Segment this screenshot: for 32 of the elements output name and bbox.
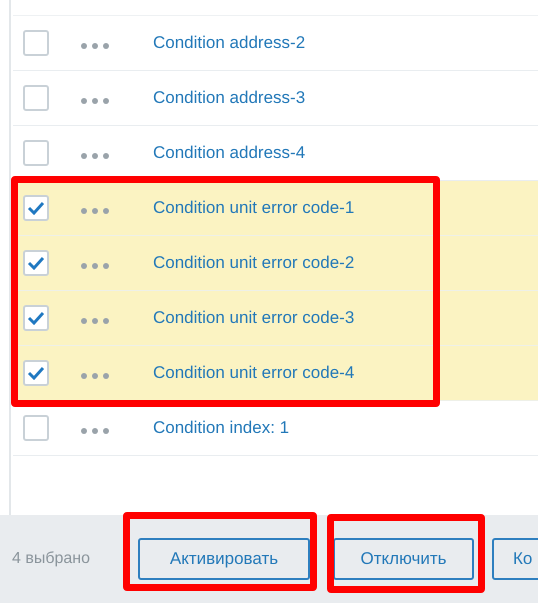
checkbox[interactable] [23, 305, 49, 331]
check-icon [27, 366, 45, 380]
more-icon[interactable] [81, 428, 109, 434]
selected-count: 4 выбрано [12, 549, 92, 569]
more-icon[interactable] [81, 98, 109, 104]
condition-link[interactable]: Condition unit error code-3 [153, 305, 354, 331]
checkbox[interactable] [23, 140, 49, 166]
check-icon [27, 256, 45, 270]
checkbox[interactable] [23, 195, 49, 221]
checkbox[interactable] [23, 415, 49, 441]
condition-link[interactable]: Condition unit error code-1 [153, 195, 354, 221]
check-icon [27, 311, 45, 325]
checkbox[interactable] [23, 85, 49, 111]
more-icon[interactable] [81, 373, 109, 379]
checkbox[interactable] [23, 360, 49, 386]
condition-link[interactable]: Condition address-3 [153, 85, 306, 111]
more-icon[interactable] [81, 208, 109, 214]
condition-link[interactable]: Condition unit error code-2 [153, 250, 354, 276]
condition-link[interactable]: Condition index: 1 [153, 415, 290, 441]
checkbox[interactable] [23, 30, 49, 56]
check-icon [27, 201, 45, 215]
action-button[interactable]: Ко [492, 538, 538, 580]
more-icon[interactable] [81, 153, 109, 159]
action-button[interactable]: Отключить [333, 538, 474, 580]
checkbox[interactable] [23, 250, 49, 276]
condition-link[interactable]: Condition address-2 [153, 30, 306, 56]
more-icon[interactable] [81, 263, 109, 269]
more-icon[interactable] [81, 318, 109, 324]
condition-link[interactable]: Condition unit error code-4 [153, 360, 354, 386]
action-button[interactable]: Активировать [138, 538, 310, 580]
more-icon[interactable] [81, 43, 109, 49]
condition-link[interactable]: Condition address-4 [153, 140, 306, 166]
